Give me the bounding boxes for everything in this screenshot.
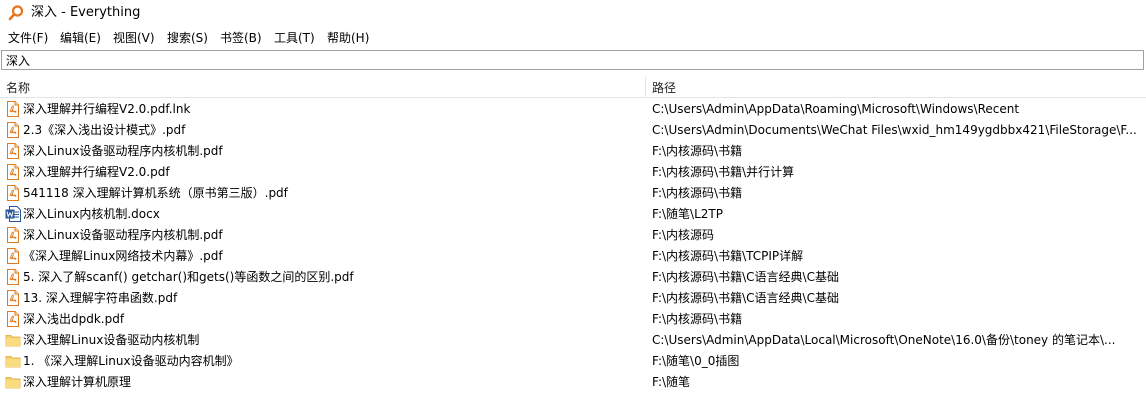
folder-icon — [5, 374, 21, 390]
result-name: 深入Linux设备驱动程序内核机制.pdf — [23, 144, 223, 158]
result-name: 《深入理解Linux网络技术内幕》.pdf — [23, 249, 223, 263]
result-name: 2.3《深入浅出设计模式》.pdf — [23, 123, 186, 137]
search-input[interactable] — [6, 52, 1136, 68]
column-divider[interactable] — [645, 77, 646, 97]
pdf-file-icon — [5, 164, 21, 180]
result-path: C:\Users\Admin\AppData\Local\Microsoft\O… — [652, 333, 1116, 347]
title-bar: 深入 - Everything — [0, 0, 1146, 26]
result-path: F:\随笔\L2TP — [652, 207, 723, 221]
result-path: F:\内核源码\书籍\TCPIP详解 — [652, 249, 804, 263]
result-row[interactable]: 深入Linux内核机制.docx F:\随笔\L2TP — [0, 204, 1146, 225]
menu-help[interactable]: 帮助(H) — [327, 30, 369, 46]
result-row[interactable]: 《深入理解Linux网络技术内幕》.pdf F:\内核源码\书籍\TCPIP详解 — [0, 246, 1146, 267]
menu-file[interactable]: 文件(F) — [8, 30, 48, 46]
result-row[interactable]: 深入Linux设备驱动程序内核机制.pdf F:\内核源码\书籍 — [0, 141, 1146, 162]
result-name: 深入理解计算机原理 — [23, 375, 132, 389]
result-name: 13. 深入理解字符串函数.pdf — [23, 291, 178, 305]
pdf-file-icon — [5, 311, 21, 327]
result-path: F:\随笔 — [652, 375, 691, 389]
menu-search[interactable]: 搜索(S) — [167, 30, 208, 46]
result-name: 深入理解并行编程V2.0.pdf — [23, 165, 170, 179]
result-path: F:\内核源码\书籍 — [652, 312, 743, 326]
pdf-file-icon — [5, 227, 21, 243]
menu-view[interactable]: 视图(V) — [113, 30, 155, 46]
result-path: F:\内核源码\书籍\并行计算 — [652, 165, 795, 179]
result-row[interactable]: 13. 深入理解字符串函数.pdf F:\内核源码\书籍\C语言经典\C基础 — [0, 288, 1146, 309]
result-name: 深入理解Linux设备驱动内核机制 — [23, 333, 200, 347]
result-path: F:\内核源码 — [652, 228, 715, 242]
result-name: 深入浅出dpdk.pdf — [23, 312, 125, 326]
results-header: 名称 路径 — [0, 77, 1146, 98]
result-path: F:\内核源码\书籍 — [652, 186, 743, 200]
result-row[interactable]: 深入理解并行编程V2.0.pdf.lnk C:\Users\Admin\AppDa… — [0, 99, 1146, 120]
result-path: F:\随笔\0_0插图 — [652, 354, 740, 368]
pdf-file-icon — [5, 185, 21, 201]
result-row[interactable]: 541118 深入理解计算机系统（原书第三版）.pdf F:\内核源码\书籍 — [0, 183, 1146, 204]
menu-bar: 文件(F) 编辑(E) 视图(V) 搜索(S) 书签(B) 工具(T) 帮助(H… — [0, 28, 1146, 48]
result-path: F:\内核源码\书籍 — [652, 144, 743, 158]
result-row[interactable]: 2.3《深入浅出设计模式》.pdf C:\Users\Admin\Document… — [0, 120, 1146, 141]
result-row[interactable]: 深入Linux设备驱动程序内核机制.pdf F:\内核源码 — [0, 225, 1146, 246]
column-header-name[interactable]: 名称 — [6, 80, 30, 96]
result-path: C:\Users\Admin\AppData\Roaming\Microsoft… — [652, 102, 1020, 116]
result-row[interactable]: 深入理解Linux设备驱动内核机制 C:\Users\Admin\AppData\… — [0, 330, 1146, 351]
pdf-file-icon — [5, 122, 21, 138]
result-row[interactable]: 深入理解计算机原理 F:\随笔 — [0, 372, 1146, 393]
result-row[interactable]: 深入浅出dpdk.pdf F:\内核源码\书籍 — [0, 309, 1146, 330]
pdf-file-icon — [5, 248, 21, 264]
result-name: 深入理解并行编程V2.0.pdf.lnk — [23, 102, 191, 116]
window-title: 深入 - Everything — [31, 5, 141, 20]
result-row[interactable]: 5. 深入了解scanf() getchar()和gets()等函数之间的区别.… — [0, 267, 1146, 288]
pdf-file-icon — [5, 143, 21, 159]
result-row[interactable]: 深入理解并行编程V2.0.pdf F:\内核源码\书籍\并行计算 — [0, 162, 1146, 183]
result-path: C:\Users\Admin\Documents\WeChat Files\wx… — [652, 123, 1137, 137]
column-header-path[interactable]: 路径 — [652, 80, 676, 96]
result-path: F:\内核源码\书籍\C语言经典\C基础 — [652, 291, 839, 305]
result-name: 541118 深入理解计算机系统（原书第三版）.pdf — [23, 186, 288, 200]
menu-edit[interactable]: 编辑(E) — [60, 30, 101, 46]
pdf-file-icon — [5, 290, 21, 306]
search-box — [1, 50, 1144, 70]
result-name: 深入Linux内核机制.docx — [23, 207, 160, 221]
pdf-file-icon — [5, 269, 21, 285]
result-name: 5. 深入了解scanf() getchar()和gets()等函数之间的区别.… — [23, 270, 354, 284]
result-name: 1. 《深入理解Linux设备驱动内容机制》 — [23, 354, 239, 368]
result-row[interactable]: 1. 《深入理解Linux设备驱动内容机制》 F:\随笔\0_0插图 — [0, 351, 1146, 372]
pdf-file-icon — [5, 101, 21, 117]
result-path: F:\内核源码\书籍\C语言经典\C基础 — [652, 270, 839, 284]
folder-icon — [5, 332, 21, 348]
menu-tools[interactable]: 工具(T) — [274, 30, 315, 46]
result-name: 深入Linux设备驱动程序内核机制.pdf — [23, 228, 223, 242]
magnifier-app-icon — [8, 5, 24, 21]
folder-icon — [5, 353, 21, 369]
menu-bookmarks[interactable]: 书签(B) — [220, 30, 262, 46]
word-file-icon — [5, 206, 21, 222]
results-list: 深入理解并行编程V2.0.pdf.lnk C:\Users\Admin\AppDa… — [0, 99, 1146, 393]
